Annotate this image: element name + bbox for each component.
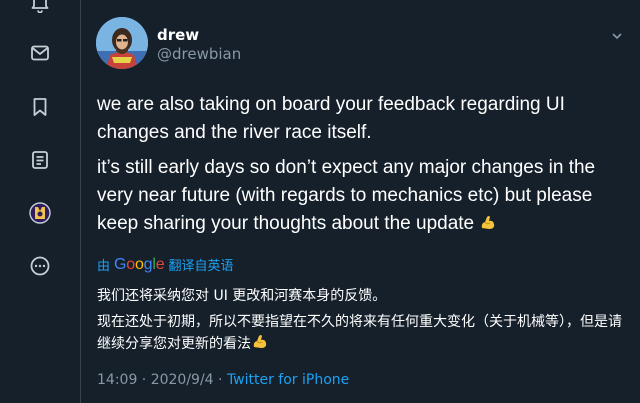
avatar[interactable] (96, 17, 148, 69)
app-frame: drew @drewbian we are also taking on boa… (0, 0, 640, 403)
translation-attribution: 由 Google 翻译自英语 (97, 255, 233, 275)
translation-prefix: 由 (97, 259, 111, 274)
flexed-biceps-emoji-icon (479, 213, 497, 231)
user-handle[interactable]: @drewbian (157, 45, 241, 63)
bell-icon[interactable] (29, 0, 51, 14)
lists-icon[interactable] (29, 149, 51, 171)
mail-icon[interactable] (29, 42, 51, 64)
translated-text-line-2: 现在还处于初期，所以不要指望在不久的将来有任何重大变化（关于机械等），但是请继续… (97, 311, 627, 355)
chevron-down-icon[interactable] (609, 28, 625, 44)
display-name[interactable]: drew (157, 26, 199, 44)
sidebar-nav (0, 0, 80, 403)
tweet-text-paragraph-2-text: it’s still early days so don’t expect an… (97, 157, 596, 234)
more-icon[interactable] (29, 255, 51, 277)
translation-suffix[interactable]: 翻译自英语 (168, 255, 233, 274)
tweet: drew @drewbian we are also taking on boa… (81, 0, 640, 403)
translated-text-line-1: 我们还将采纳您对 UI 更改和河赛本身的反馈。 (97, 288, 387, 304)
tweet-text-paragraph-1: we are also taking on board your feedbac… (97, 94, 565, 143)
profile-avatar-icon[interactable] (29, 202, 51, 224)
tweet-metadata: 14:09 · 2020/9/4 · Twitter for iPhone (97, 372, 349, 388)
tweet-source-link[interactable]: Twitter for iPhone (227, 372, 349, 388)
google-logo: Google (114, 255, 165, 273)
flexed-biceps-emoji-icon (251, 333, 269, 351)
tweet-text-paragraph-2: it’s still early days so don’t expect an… (97, 154, 627, 238)
timestamp[interactable]: 14:09 · 2020/9/4 · (97, 372, 227, 388)
translated-text-line-2-text: 现在还处于初期，所以不要指望在不久的将来有任何重大变化（关于机械等），但是请继续… (97, 314, 622, 352)
bookmark-icon[interactable] (29, 96, 51, 118)
